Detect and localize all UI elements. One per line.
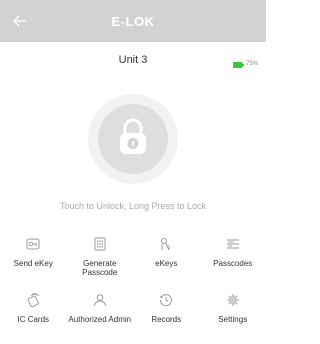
menu-label: Settings [218, 315, 248, 324]
lock-name: Unit 3 [118, 54, 148, 66]
send-ekey-button[interactable]: Send eKey [0, 230, 67, 286]
ic-card-icon [26, 290, 40, 310]
battery-indicator: 75% [232, 55, 258, 73]
records-button[interactable]: Records [133, 286, 200, 342]
passcodes-button[interactable]: Passcodes [200, 230, 267, 286]
unlock-hint: Touch to Unlock, Long Press to Lock [59, 201, 207, 211]
ekeys-icon [160, 234, 172, 254]
battery-icon [232, 55, 244, 73]
admin-user-icon [93, 290, 107, 310]
app-title: E-LOK [111, 13, 155, 29]
menu-label: Records [151, 315, 182, 324]
menu-label: Send eKey [13, 259, 53, 268]
padlock-icon [118, 118, 148, 161]
app-header: E-LOK [0, 0, 266, 42]
menu-label: IC Cards [17, 315, 50, 324]
records-clock-icon [159, 290, 173, 310]
ekeys-button[interactable]: eKeys [133, 230, 200, 286]
authorized-admin-button[interactable]: Authorized Admin [67, 286, 134, 342]
action-menu: Send eKey Generate Passcode eKeys Passco… [0, 230, 266, 342]
back-arrow-icon[interactable] [10, 11, 30, 31]
ic-cards-button[interactable]: IC Cards [0, 286, 67, 342]
menu-label: Authorized Admin [68, 315, 132, 324]
generate-passcode-button[interactable]: Generate Passcode [67, 230, 134, 286]
battery-percent: 75% [245, 61, 258, 67]
menu-label: eKeys [155, 259, 178, 268]
passcodes-list-icon [226, 234, 240, 254]
lock-button-ring [88, 94, 178, 184]
keypad-icon [94, 234, 106, 254]
settings-button[interactable]: Settings [200, 286, 267, 342]
menu-label: Passcodes [213, 259, 253, 268]
unlock-button[interactable] [98, 104, 168, 174]
settings-gear-icon [226, 290, 240, 310]
send-ekey-icon [26, 234, 40, 254]
menu-label: Generate Passcode [82, 259, 118, 277]
